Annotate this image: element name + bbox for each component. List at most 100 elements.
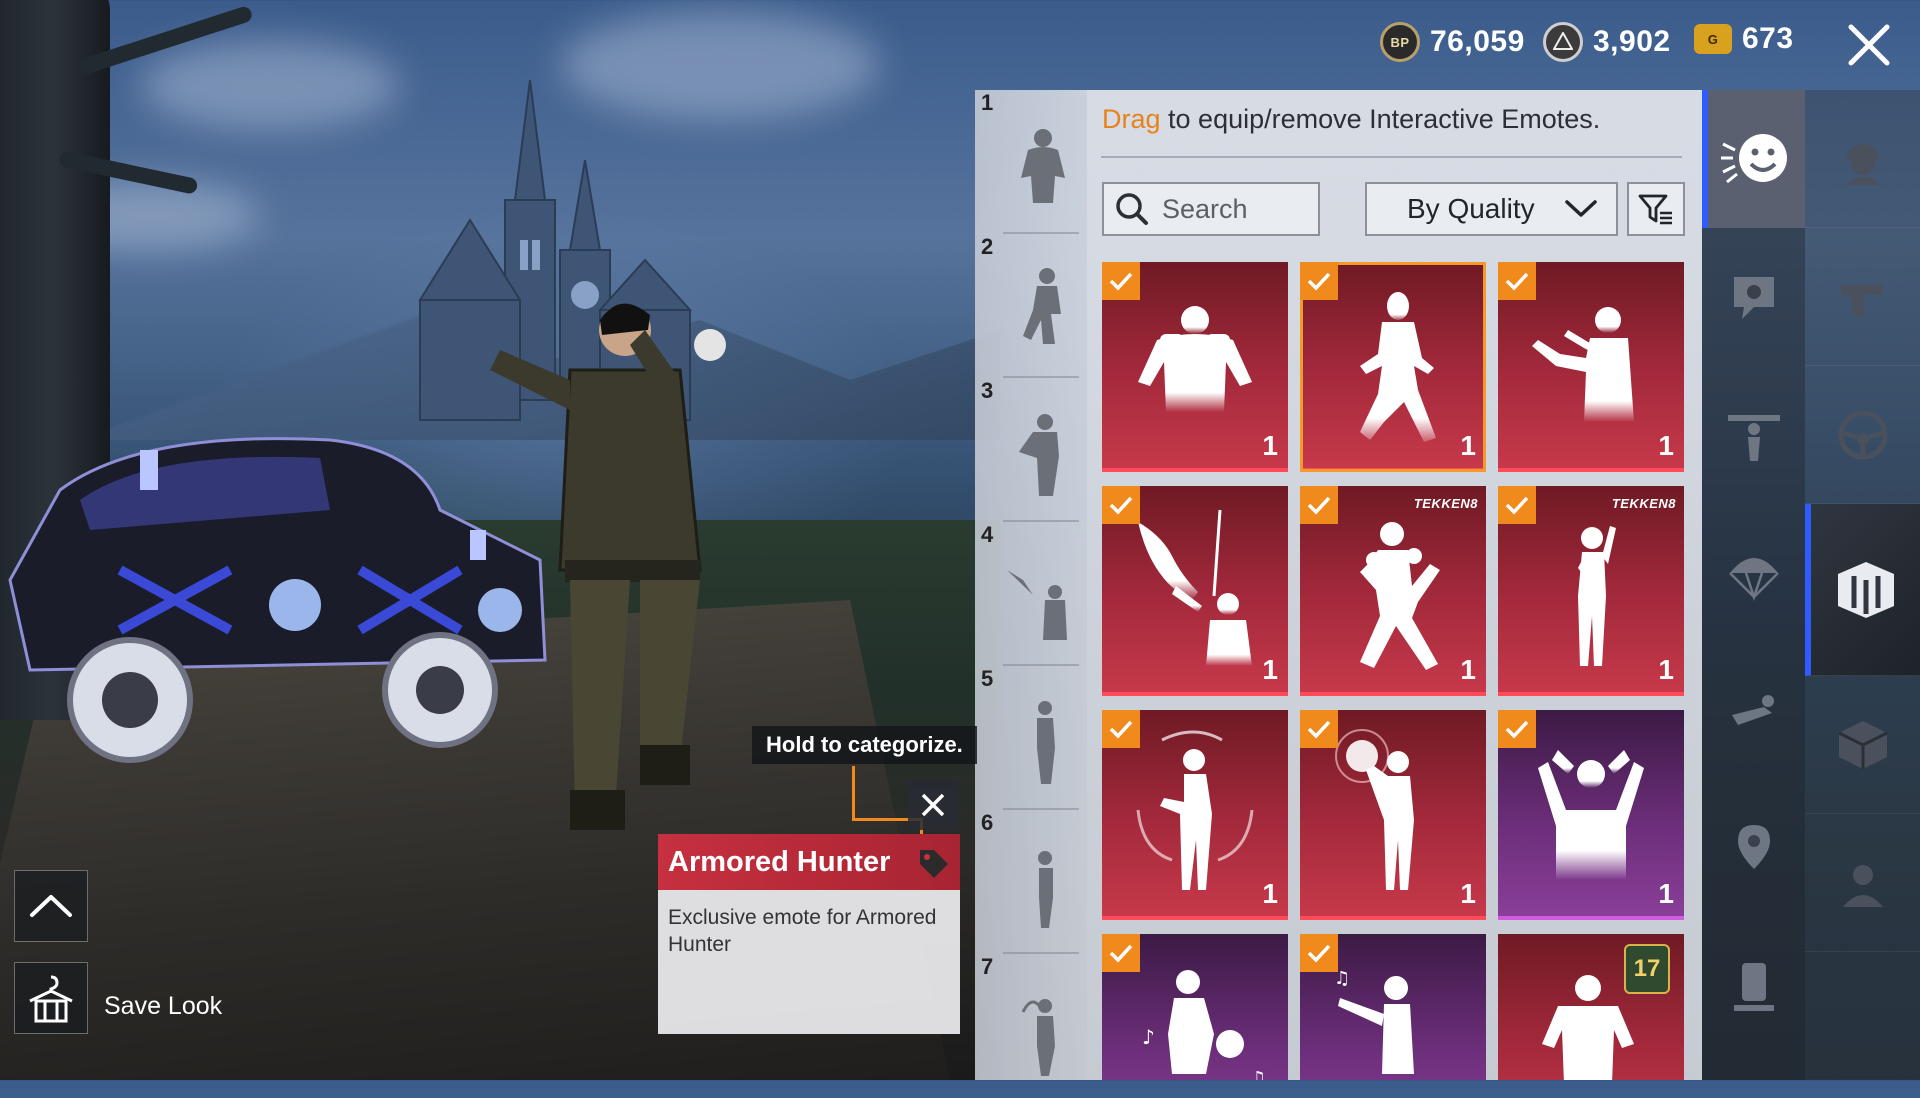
emote-info-header: Armored Hunter bbox=[658, 834, 960, 890]
cloud bbox=[140, 40, 400, 130]
emote-count: 1 bbox=[1460, 878, 1476, 909]
tab-emotes[interactable] bbox=[1805, 504, 1920, 676]
close-button[interactable] bbox=[1838, 14, 1900, 76]
slot-number: 1 bbox=[981, 90, 994, 115]
ag-coin-icon bbox=[1543, 22, 1583, 62]
svg-text:♫: ♫ bbox=[1250, 1068, 1266, 1080]
flex-emote-icon bbox=[1542, 975, 1634, 1080]
tab-parachute[interactable] bbox=[1702, 504, 1805, 642]
emote-card-selected[interactable]: 1 bbox=[1300, 262, 1486, 472]
character-head-icon bbox=[1844, 143, 1881, 185]
close-icon bbox=[1848, 24, 1890, 66]
emote-card[interactable]: 1 bbox=[1498, 262, 1684, 472]
tab-skydive[interactable] bbox=[1702, 642, 1805, 780]
equipped-check-icon bbox=[1102, 486, 1140, 524]
save-look-label: Save Look bbox=[104, 992, 223, 1020]
chevron-down-icon bbox=[1565, 200, 1597, 217]
emote-figure-icon bbox=[1021, 999, 1055, 1076]
search-placeholder: Search bbox=[1162, 193, 1248, 224]
ag-amount: 3,902 bbox=[1593, 25, 1671, 58]
equipped-check-icon bbox=[1498, 262, 1536, 300]
emote-card[interactable]: TEKKEN8 1 bbox=[1300, 486, 1486, 696]
emote-category-tabs bbox=[1702, 90, 1805, 1080]
emote-slot-5[interactable]: 5 bbox=[975, 666, 1087, 810]
chevron-up-icon bbox=[30, 895, 72, 917]
emote-card[interactable]: 1 bbox=[1300, 710, 1486, 920]
tab-outfit[interactable] bbox=[1805, 90, 1920, 228]
emote-card[interactable]: 1 bbox=[1102, 262, 1288, 472]
tab-companion[interactable] bbox=[1805, 814, 1920, 952]
tag-icon[interactable] bbox=[916, 846, 950, 880]
equipped-check-icon bbox=[1102, 262, 1140, 300]
emote-card[interactable]: TEKKEN8 1 bbox=[1498, 486, 1684, 696]
slot-number: 3 bbox=[981, 378, 994, 403]
equipped-check-icon bbox=[1300, 934, 1338, 972]
emote-slot-4[interactable]: 4 bbox=[975, 522, 1087, 666]
emote-count: 1 bbox=[1262, 654, 1278, 685]
emote-figure-icon bbox=[1007, 570, 1067, 640]
sort-label: By Quality bbox=[1407, 193, 1535, 224]
emote-figure-icon bbox=[1019, 414, 1059, 496]
sort-dropdown[interactable]: By Quality bbox=[1365, 182, 1618, 236]
g-coin-icon: G bbox=[1694, 24, 1732, 54]
emote-count: 1 bbox=[1658, 430, 1674, 461]
slot-number: 5 bbox=[981, 666, 994, 691]
emote-count: 1 bbox=[1460, 430, 1476, 461]
emote-slot-6[interactable]: 6 bbox=[975, 810, 1087, 954]
equipped-check-icon bbox=[1498, 710, 1536, 748]
drag-hint-accent: Drag bbox=[1102, 104, 1161, 134]
drag-hint-text: to equip/remove Interactive Emotes. bbox=[1160, 104, 1601, 134]
categorize-tooltip: Hold to categorize. bbox=[752, 726, 977, 764]
emote-description: Exclusive emote for Armored Hunter bbox=[668, 906, 937, 956]
tab-interactive-emotes[interactable] bbox=[1702, 90, 1805, 228]
emote-grid: 1 1 1 1 TEKKEN8 1 TEKKEN8 1 1 1 1 ♪ ♫ ♫ … bbox=[1102, 262, 1692, 1080]
tab-vehicle[interactable] bbox=[1805, 366, 1920, 504]
filter-button[interactable] bbox=[1627, 182, 1685, 236]
emote-slot-1[interactable]: 1 bbox=[975, 90, 1087, 234]
tooltip-connector bbox=[852, 766, 855, 820]
emote-card[interactable]: ♪ ♫ bbox=[1102, 934, 1288, 1080]
slot-number: 4 bbox=[981, 522, 994, 547]
emote-count: 1 bbox=[1262, 878, 1278, 909]
hanger-outfit-icon bbox=[29, 975, 73, 1023]
bp-coin-icon: BP bbox=[1380, 22, 1420, 62]
skydive-icon bbox=[1731, 695, 1774, 725]
emote-figure-icon bbox=[1023, 268, 1061, 344]
emote-card[interactable]: 17 bbox=[1498, 934, 1684, 1080]
emote-card[interactable]: ♫ bbox=[1300, 934, 1486, 1080]
emote-slot-3[interactable]: 3 bbox=[975, 378, 1087, 522]
tab-marker[interactable] bbox=[1702, 780, 1805, 918]
tab-pose[interactable] bbox=[1702, 366, 1805, 504]
expand-up-button[interactable] bbox=[14, 870, 88, 942]
pistol-icon bbox=[1840, 284, 1883, 317]
close-icon bbox=[921, 793, 945, 817]
tab-voice-emote[interactable] bbox=[1702, 228, 1805, 366]
emote-card[interactable]: 1 bbox=[1102, 710, 1288, 920]
emote-card[interactable]: 1 bbox=[1498, 710, 1684, 920]
save-look-button[interactable] bbox=[14, 962, 88, 1034]
emote-figure-icon bbox=[1021, 129, 1065, 203]
emote-slot-7[interactable]: 7 bbox=[975, 954, 1087, 1098]
emote-slot-2[interactable]: 2 bbox=[975, 234, 1087, 378]
tooltip-close-button[interactable] bbox=[908, 780, 958, 830]
emote-card[interactable]: 1 bbox=[1102, 486, 1288, 696]
tab-weapon[interactable] bbox=[1805, 228, 1920, 366]
agent-icon bbox=[1842, 864, 1883, 907]
emote-count: 1 bbox=[1658, 654, 1674, 685]
tab-crate[interactable] bbox=[1805, 676, 1920, 814]
emote-inventory-panel: Drag to equip/remove Interactive Emotes.… bbox=[1087, 90, 1702, 1080]
search-input[interactable]: Search bbox=[1102, 182, 1320, 236]
tab-device[interactable] bbox=[1702, 918, 1805, 1056]
emote-title: Armored Hunter bbox=[668, 845, 891, 878]
emote-count: 1 bbox=[1262, 430, 1278, 461]
emote-box-icon bbox=[1837, 561, 1894, 618]
map-marker-icon bbox=[1737, 825, 1770, 869]
g-currency: G 673 bbox=[1694, 22, 1794, 56]
emote-slots-column: 1 2 3 4 5 6 7 bbox=[975, 90, 1087, 1080]
emote-figure-icon bbox=[1037, 701, 1055, 784]
emote-count: 1 bbox=[1658, 878, 1674, 909]
g-amount: 673 bbox=[1742, 22, 1794, 55]
equipped-check-icon bbox=[1300, 262, 1338, 300]
equipped-check-icon bbox=[1102, 934, 1140, 972]
pose-icon bbox=[1727, 415, 1780, 461]
